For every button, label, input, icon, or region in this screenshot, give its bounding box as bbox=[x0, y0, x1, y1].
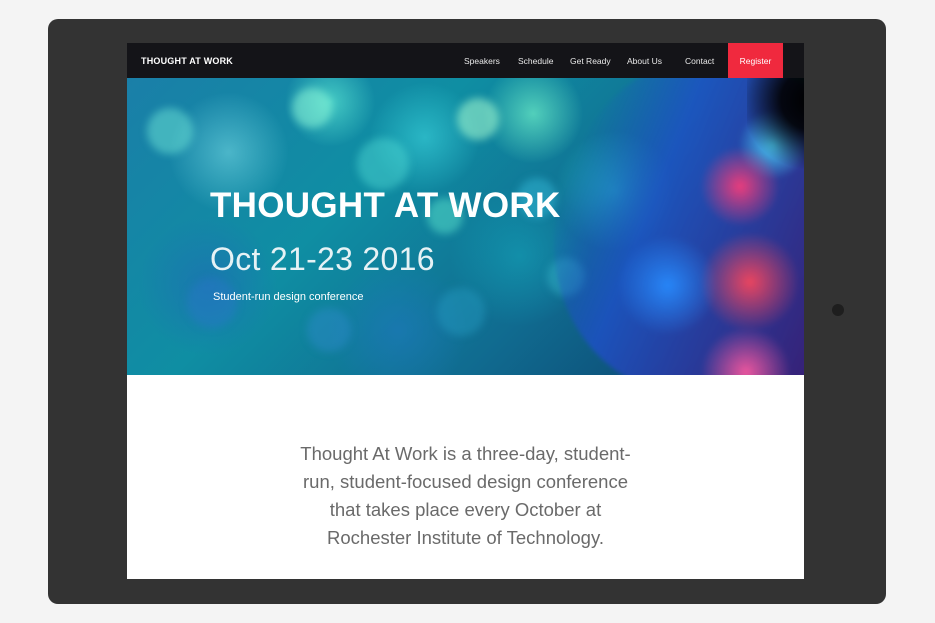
tablet-screen: THOUGHT AT WORK Speakers Schedule Get Re… bbox=[127, 43, 804, 579]
hero-dark-corner bbox=[747, 78, 804, 188]
hero-bokeh-light bbox=[437, 288, 485, 336]
hero-bokeh-light bbox=[357, 138, 409, 190]
hero-banner: THOUGHT AT WORK Oct 21-23 2016 Student-r… bbox=[127, 78, 804, 375]
site-logo[interactable]: THOUGHT AT WORK bbox=[141, 43, 233, 78]
hero-bokeh-light bbox=[457, 98, 499, 140]
hero-subtitle: Student-run design conference bbox=[213, 291, 364, 303]
hero-bokeh-light bbox=[187, 278, 237, 328]
register-button[interactable]: Register bbox=[728, 43, 783, 78]
hero-title: THOUGHT AT WORK bbox=[210, 186, 561, 225]
hero-bokeh-light bbox=[292, 88, 332, 128]
about-description: Thought At Work is a three-day, student-… bbox=[300, 443, 631, 548]
tablet-camera bbox=[832, 304, 844, 316]
top-navbar: THOUGHT AT WORK Speakers Schedule Get Re… bbox=[127, 43, 804, 78]
nav-link-about-us[interactable]: About Us bbox=[627, 43, 662, 78]
nav-link-contact[interactable]: Contact bbox=[685, 43, 714, 78]
hero-bokeh-light bbox=[307, 308, 351, 352]
nav-link-speakers[interactable]: Speakers bbox=[464, 43, 500, 78]
nav-link-get-ready[interactable]: Get Ready bbox=[570, 43, 611, 78]
hero-bokeh-light bbox=[147, 108, 193, 154]
nav-link-schedule[interactable]: Schedule bbox=[518, 43, 553, 78]
hero-date: Oct 21-23 2016 bbox=[210, 241, 435, 277]
